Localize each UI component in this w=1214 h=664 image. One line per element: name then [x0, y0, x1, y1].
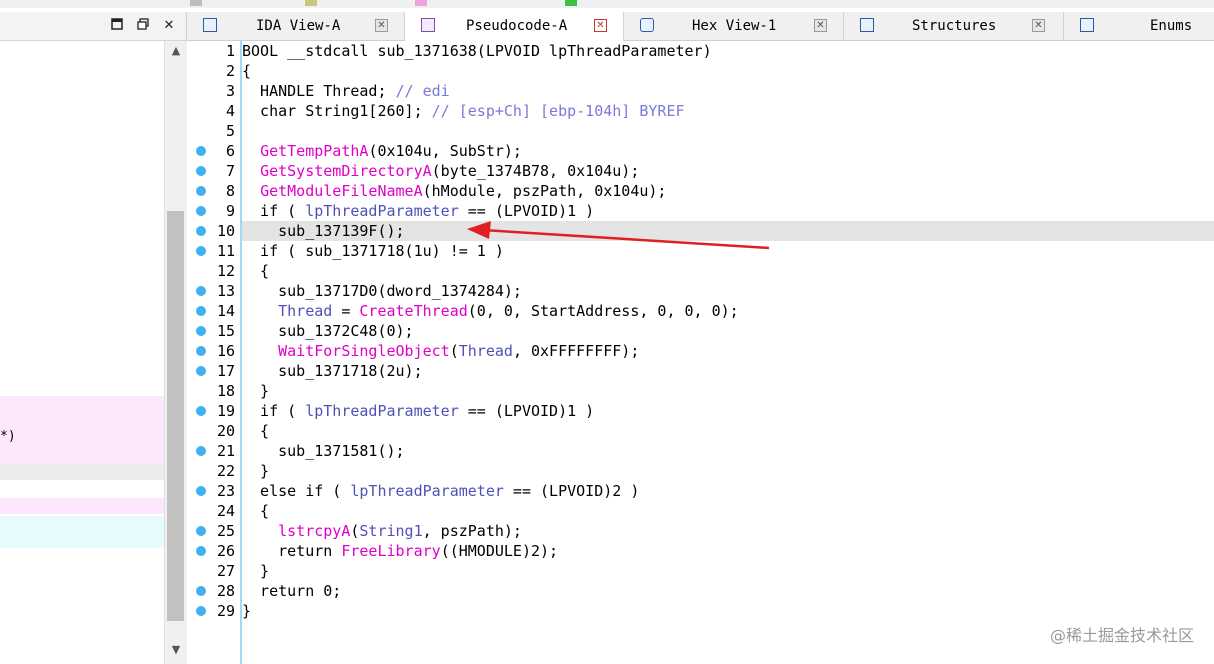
close-icon[interactable]: ✕ [1032, 19, 1045, 32]
scroll-up-icon[interactable]: ▲ [165, 41, 187, 61]
windows-icon[interactable] [134, 18, 152, 34]
legend-swatch [305, 0, 317, 6]
hex-view-icon [640, 18, 654, 32]
watermark: @稀土掘金技术社区 [1049, 626, 1194, 645]
close-icon[interactable]: ✕ [375, 19, 388, 32]
tab-enums[interactable]: Enums [1064, 12, 1214, 40]
legend-swatch [565, 0, 577, 6]
legend-swatch [415, 0, 427, 6]
tab-pseudocode-a[interactable]: Pseudocode-A ✕ [405, 12, 624, 41]
close-icon[interactable]: ✕ [594, 19, 607, 32]
list-item-label: *) [0, 429, 16, 444]
ida-view-icon [203, 18, 217, 32]
square-icon[interactable] [108, 18, 126, 34]
tab-label: IDA View-A [256, 18, 341, 34]
navigation-legend-strip [0, 0, 1214, 8]
pseudocode-icon [421, 18, 435, 32]
function-list[interactable]: *) [0, 41, 164, 664]
tab-label: Hex View-1 [692, 18, 777, 34]
pseudocode-view[interactable]: 1 BOOL __stdcall sub_1371638(LPVOID lpThr… [187, 41, 1214, 664]
close-icon[interactable]: ✕ [814, 19, 827, 32]
arrow-head [467, 221, 491, 239]
tab-hex-view-1[interactable]: Hex View-1 ✕ [624, 12, 844, 40]
arrow-line [482, 228, 770, 250]
scrollbar-thumb[interactable] [167, 211, 184, 621]
tab-bar: IDA View-A ✕ Pseudocode-A ✕ Hex View-1 ✕… [187, 12, 1214, 41]
scroll-down-icon[interactable]: ▼ [165, 640, 187, 660]
list-item[interactable] [0, 464, 164, 480]
panel-titlebar: ✕ [0, 12, 186, 41]
structures-icon [860, 18, 874, 32]
vertical-scrollbar[interactable]: ▲ ▼ [164, 41, 187, 664]
list-item[interactable] [0, 396, 164, 464]
list-item[interactable] [0, 516, 164, 548]
tab-label: Pseudocode-A [466, 18, 568, 34]
list-item[interactable] [0, 498, 164, 514]
tab-ida-view-a[interactable]: IDA View-A ✕ [187, 12, 405, 40]
red-arrow-annotation [467, 221, 770, 250]
functions-panel: ✕ *) ▲ ▼ [0, 12, 187, 664]
legend-swatch [190, 0, 202, 6]
enums-icon [1080, 18, 1094, 32]
tab-structures[interactable]: Structures ✕ [844, 12, 1064, 40]
tab-label: Enums [1150, 18, 1193, 34]
tab-label: Structures [912, 18, 997, 34]
close-icon[interactable]: ✕ [160, 18, 178, 34]
